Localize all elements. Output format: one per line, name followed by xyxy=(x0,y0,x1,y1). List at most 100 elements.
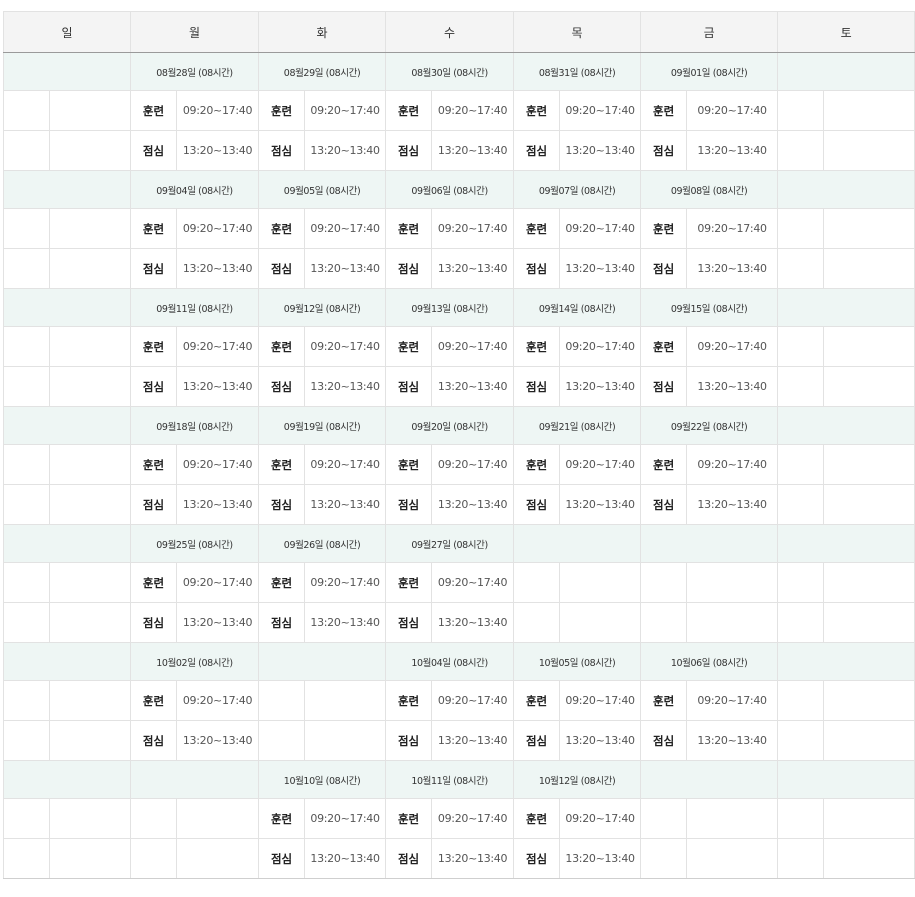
slot-time xyxy=(823,602,915,643)
slot-time: 13:20~13:40 xyxy=(559,366,642,407)
slot-label: 훈련 xyxy=(130,90,178,131)
slot-label xyxy=(3,208,50,249)
slot-label: 훈련 xyxy=(640,208,688,249)
date-cell: 08월28일 (08시간) xyxy=(130,52,260,91)
slot-time: 13:20~13:40 xyxy=(304,602,387,643)
slot-time: 09:20~17:40 xyxy=(304,90,387,131)
weekday-header-tue: 화 xyxy=(258,11,387,53)
calendar-body: 08월28일 (08시간) 08월29일 (08시간) 08월30일 (08시간) 0… xyxy=(2,52,915,879)
slot-time xyxy=(686,838,779,879)
slot-label xyxy=(258,680,306,721)
slot-label: 훈련 xyxy=(640,90,688,131)
slot-time: 13:20~13:40 xyxy=(304,838,387,879)
slot-label xyxy=(777,444,825,485)
date-cell xyxy=(777,406,915,445)
slot-time: 09:20~17:40 xyxy=(176,444,260,485)
slot-label: 점심 xyxy=(640,130,688,171)
date-cell xyxy=(2,170,132,209)
slot-time xyxy=(823,326,915,367)
slot-time: 09:20~17:40 xyxy=(176,208,260,249)
slot-label: 점심 xyxy=(385,720,433,761)
slot-label xyxy=(3,444,50,485)
slot-label xyxy=(777,720,825,761)
slot-time: 09:20~17:40 xyxy=(686,680,779,721)
slot-label: 훈련 xyxy=(513,326,561,367)
slot-label xyxy=(3,720,50,761)
week-date-row: 09월11일 (08시간) 09월12일 (08시간) 09월13일 (08시간) 0… xyxy=(2,288,915,327)
slot-label: 점심 xyxy=(258,130,306,171)
slot-time: 13:20~13:40 xyxy=(304,366,387,407)
slot-label xyxy=(3,130,50,171)
slot-time: 09:20~17:40 xyxy=(304,562,387,603)
slot-time xyxy=(559,562,642,603)
slot-time: 13:20~13:40 xyxy=(176,366,260,407)
slot-label: 훈련 xyxy=(258,326,306,367)
slot-label: 점심 xyxy=(258,602,306,643)
slot-time: 09:20~17:40 xyxy=(559,798,642,839)
weekday-header-thu: 목 xyxy=(513,11,642,53)
date-cell: 10월10일 (08시간) xyxy=(258,760,387,799)
date-cell: 09월08일 (08시간) xyxy=(640,170,779,209)
slot-label: 점심 xyxy=(385,366,433,407)
date-cell xyxy=(2,288,132,327)
slot-label: 훈련 xyxy=(385,208,433,249)
date-cell: 09월12일 (08시간) xyxy=(258,288,387,327)
date-cell: 09월14일 (08시간) xyxy=(513,288,642,327)
slot-time xyxy=(686,562,779,603)
slot-label xyxy=(3,90,50,131)
slot-label xyxy=(3,366,50,407)
date-cell xyxy=(777,760,915,799)
slot-label: 점심 xyxy=(513,130,561,171)
slot-time: 09:20~17:40 xyxy=(431,798,515,839)
slot-time xyxy=(823,248,915,289)
date-cell: 10월11일 (08시간) xyxy=(385,760,515,799)
week-date-row: 09월18일 (08시간) 09월19일 (08시간) 09월20일 (08시간) 0… xyxy=(2,406,915,445)
date-cell: 09월22일 (08시간) xyxy=(640,406,779,445)
date-cell xyxy=(777,642,915,681)
slot-time: 09:20~17:40 xyxy=(559,90,642,131)
slot-time: 13:20~13:40 xyxy=(686,366,779,407)
slot-time: 13:20~13:40 xyxy=(176,720,260,761)
slot-label xyxy=(777,248,825,289)
slot-time xyxy=(48,130,132,171)
slot-time xyxy=(304,720,387,761)
slot-time xyxy=(48,326,132,367)
slot-label: 점심 xyxy=(258,248,306,289)
slot-time: 09:20~17:40 xyxy=(176,326,260,367)
slot-label: 점심 xyxy=(385,248,433,289)
slot-time: 13:20~13:40 xyxy=(304,130,387,171)
slot-time: 09:20~17:40 xyxy=(431,208,515,249)
slot-time: 13:20~13:40 xyxy=(559,838,642,879)
date-cell xyxy=(777,288,915,327)
date-cell: 09월19일 (08시간) xyxy=(258,406,387,445)
slot-time xyxy=(823,90,915,131)
slot-time: 09:20~17:40 xyxy=(686,90,779,131)
training-slot-row: 훈련 09:20~17:40 훈련 09:20~17:40 훈련 09:20~17:40 xyxy=(3,562,915,603)
slot-time: 09:20~17:40 xyxy=(431,680,515,721)
slot-label: 훈련 xyxy=(385,444,433,485)
slot-time xyxy=(48,838,132,879)
slot-label: 훈련 xyxy=(130,444,178,485)
slot-label xyxy=(3,680,50,721)
slot-time xyxy=(48,798,132,839)
weekday-header-sun: 일 xyxy=(2,11,132,53)
slot-label: 점심 xyxy=(640,248,688,289)
slot-time xyxy=(48,444,132,485)
slot-label xyxy=(777,602,825,643)
slot-label: 훈련 xyxy=(385,798,433,839)
slot-label xyxy=(777,562,825,603)
slot-time: 09:20~17:40 xyxy=(176,562,260,603)
slot-time: 09:20~17:40 xyxy=(559,680,642,721)
slot-time xyxy=(686,798,779,839)
slot-label: 훈련 xyxy=(258,798,306,839)
date-cell: 10월05일 (08시간) xyxy=(513,642,642,681)
slot-label: 점심 xyxy=(258,366,306,407)
slot-label xyxy=(640,562,688,603)
slot-time: 13:20~13:40 xyxy=(559,720,642,761)
slot-time xyxy=(48,208,132,249)
slot-time: 13:20~13:40 xyxy=(176,248,260,289)
slot-label: 점심 xyxy=(130,248,178,289)
slot-label xyxy=(258,720,306,761)
slot-label xyxy=(130,838,178,879)
date-cell: 09월25일 (08시간) xyxy=(130,524,260,563)
